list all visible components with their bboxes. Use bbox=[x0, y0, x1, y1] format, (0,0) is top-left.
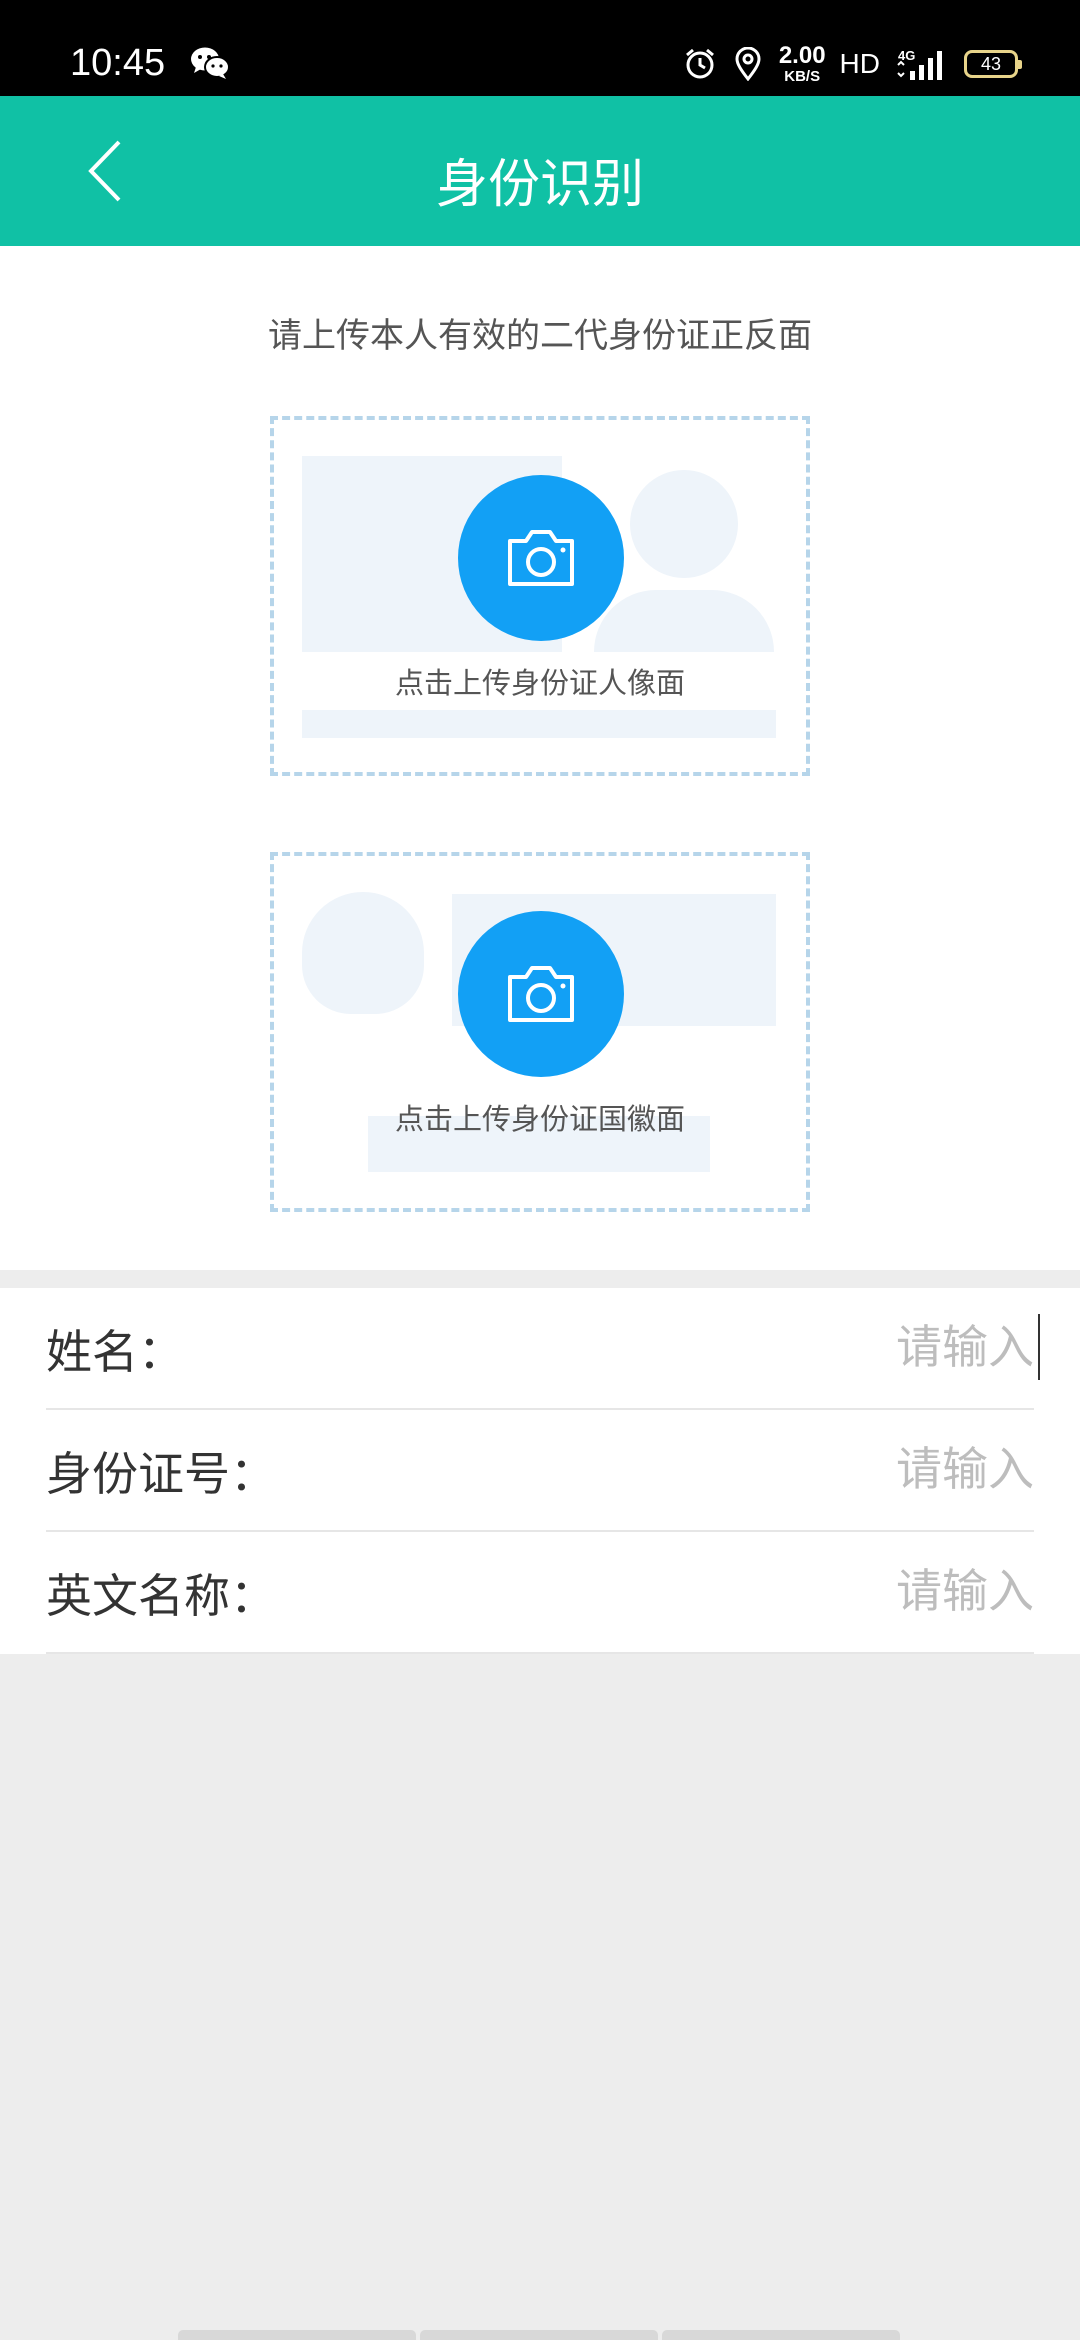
placeholder-portrait-head bbox=[630, 470, 738, 578]
english-name-input[interactable] bbox=[434, 1556, 1034, 1626]
placeholder-portrait-body bbox=[594, 590, 774, 652]
upload-id-front-card[interactable]: 点击上传身份证人像面 bbox=[270, 416, 810, 776]
battery-icon: 43 bbox=[964, 50, 1022, 78]
text-caret bbox=[1038, 1314, 1040, 1380]
status-time: 10:45 bbox=[70, 42, 166, 84]
english-name-row: 英文名称： bbox=[46, 1532, 1034, 1654]
upload-back-label: 点击上传身份证国徽面 bbox=[394, 1102, 685, 1136]
battery-level: 43 bbox=[980, 53, 1002, 74]
gesture-navigation-bar[interactable] bbox=[178, 2330, 900, 2340]
upload-front-label: 点击上传身份证人像面 bbox=[394, 666, 685, 700]
location-icon bbox=[735, 47, 761, 81]
camera-button-back[interactable] bbox=[458, 911, 624, 1077]
upload-id-back-card[interactable]: 点击上传身份证国徽面 bbox=[270, 852, 810, 1212]
name-row: 姓名： bbox=[46, 1288, 1040, 1410]
upload-tip: 请上传本人有效的二代身份证正反面 bbox=[268, 316, 812, 356]
id-number-label: 身份证号： bbox=[46, 1447, 276, 1501]
status-bar: 10:45 2.00 KB/S HD 4G 43 bbox=[0, 0, 1080, 96]
net-speed-unit: KB/S bbox=[784, 68, 821, 85]
hd-indicator: HD bbox=[839, 48, 880, 79]
page-title: 身份识别 bbox=[435, 155, 644, 215]
alarm-icon bbox=[685, 48, 714, 79]
placeholder-id-number-bar bbox=[302, 710, 776, 738]
camera-icon bbox=[508, 530, 574, 586]
network-type: 4G bbox=[898, 48, 915, 63]
net-speed: 2.00 KB/S bbox=[778, 42, 826, 85]
header: 身份识别 bbox=[0, 96, 1080, 246]
english-name-label: 英文名称： bbox=[46, 1569, 276, 1623]
wechat-icon bbox=[191, 47, 230, 79]
identity-form: 姓名： 身份证号： 英文名称： bbox=[0, 1288, 1080, 1654]
id-upload-panel: 请上传本人有效的二代身份证正反面 点击上传身份证人像面 点击上传身份证国徽面 bbox=[0, 246, 1080, 1270]
name-input[interactable] bbox=[434, 1312, 1034, 1382]
camera-button-front[interactable] bbox=[458, 475, 624, 641]
id-number-row: 身份证号： bbox=[46, 1410, 1034, 1532]
net-speed-value: 2.00 bbox=[778, 42, 826, 69]
signal-icon: 4G bbox=[897, 48, 942, 80]
placeholder-emblem bbox=[302, 892, 424, 1014]
id-number-input[interactable] bbox=[434, 1434, 1034, 1504]
status-icons: 2.00 KB/S HD 4G 43 bbox=[683, 42, 1022, 85]
camera-icon bbox=[508, 966, 574, 1022]
name-label: 姓名： bbox=[46, 1325, 184, 1379]
